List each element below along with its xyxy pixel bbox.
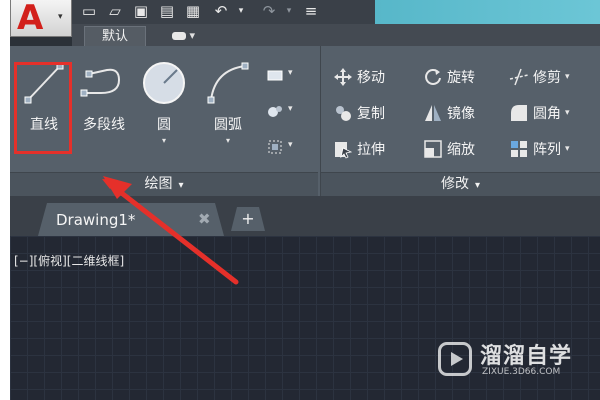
hatch-tool-button[interactable]: ▾ xyxy=(266,100,296,122)
draw-panel: 直线 多段线 圆 ▾ 圆弧 ▾ ▾ ▾ ▾ 绘图 ▾ xyxy=(10,46,318,196)
trim-icon xyxy=(509,68,529,85)
redo-icon[interactable]: ↷ xyxy=(260,2,278,20)
title-bar: ▭ ▱ ▣ ▤ ▦ ↶ ▾ ↷ ▾ ≡ xyxy=(10,0,600,24)
polyline-tool-label: 多段线 xyxy=(83,117,125,133)
close-icon[interactable]: ✖ xyxy=(198,210,211,228)
customize-icon[interactable]: ≡ xyxy=(302,2,320,20)
undo-icon[interactable]: ↶ xyxy=(212,2,230,20)
modify-panel-title-button[interactable]: 修改 ▾ xyxy=(321,172,600,196)
mirror-tool-button[interactable]: 镜像 xyxy=(423,102,475,126)
tab-default[interactable]: 默认 xyxy=(84,26,146,46)
trim-tool-button[interactable]: 修剪 ▾ xyxy=(509,66,570,90)
document-tab-title: Drawing1* xyxy=(56,211,136,229)
save-icon[interactable]: ▣ xyxy=(132,2,150,20)
stretch-icon xyxy=(335,141,353,159)
hatch-icon xyxy=(268,106,282,117)
new-tab-button[interactable]: + xyxy=(231,207,265,231)
chevron-down-icon[interactable]: ▾ xyxy=(198,136,258,145)
move-tool-button[interactable]: 移动 xyxy=(333,66,385,90)
array-tool-button[interactable]: 阵列 ▾ xyxy=(509,138,570,162)
rectangle-icon xyxy=(267,70,283,81)
new-file-icon[interactable]: ▭ xyxy=(80,2,98,20)
move-icon xyxy=(334,67,352,86)
circle-icon xyxy=(143,62,185,104)
application-menu-button[interactable]: A ▾ xyxy=(10,0,72,37)
scale-tool-button[interactable]: 缩放 xyxy=(423,138,475,162)
chevron-down-icon: ▾ xyxy=(288,68,293,78)
circle-tool-label: 圆 xyxy=(157,117,171,133)
rotate-tool-button[interactable]: 旋转 xyxy=(423,66,475,90)
undo-dropdown-icon[interactable]: ▾ xyxy=(232,2,250,20)
chevron-down-icon: ▾ xyxy=(288,104,293,114)
arc-tool-button[interactable]: 圆弧 ▾ xyxy=(198,60,258,156)
boundary-tool-button[interactable]: ▾ xyxy=(266,136,296,158)
toggle-icon xyxy=(172,32,186,40)
redo-dropdown-icon[interactable]: ▾ xyxy=(280,2,298,20)
rotate-icon xyxy=(425,68,441,85)
array-tool-label: 阵列 xyxy=(533,141,561,158)
print-icon[interactable]: ▦ xyxy=(184,2,202,20)
draw-panel-title: 绘图 xyxy=(144,176,173,192)
arc-icon xyxy=(207,62,249,104)
scale-icon xyxy=(424,139,442,158)
ribbon: 直线 多段线 圆 ▾ 圆弧 ▾ ▾ ▾ ▾ 绘图 ▾ 移动 旋转 修剪 ▾ 复制… xyxy=(10,46,600,196)
draw-panel-title-button[interactable]: 绘图 ▾ xyxy=(10,172,318,196)
fillet-icon xyxy=(511,104,527,121)
move-tool-label: 移动 xyxy=(357,69,385,86)
chevron-down-icon: ▾ xyxy=(474,180,481,191)
watermark-text: 溜溜自学 xyxy=(480,344,573,369)
watermark: 溜溜自学 ZIXUE.3D66.COM xyxy=(438,332,588,388)
save-as-icon[interactable]: ▤ xyxy=(158,2,176,20)
scale-tool-label: 缩放 xyxy=(447,141,475,158)
rectangle-tool-button[interactable]: ▾ xyxy=(266,64,296,86)
chevron-down-icon: ▾ xyxy=(58,12,63,22)
chevron-down-icon: ▾ xyxy=(565,107,570,118)
modify-panel: 移动 旋转 修剪 ▾ 复制 镜像 圆角 ▾ 拉伸 缩放 阵列 ▾ 修改 ▾ xyxy=(320,46,600,196)
ribbon-tab-strip: 默认 ▾ xyxy=(72,24,600,46)
chevron-down-icon: ▾ xyxy=(288,140,293,150)
viewport-controls[interactable]: [−][俯视][二维线框] xyxy=(14,252,124,269)
plus-icon: + xyxy=(241,209,255,228)
ribbon-toggle-button[interactable]: ▾ xyxy=(172,28,208,44)
open-folder-icon[interactable]: ▱ xyxy=(106,2,124,20)
rotate-tool-label: 旋转 xyxy=(447,69,475,86)
tab-drawing1[interactable]: Drawing1* ✖ xyxy=(38,203,224,236)
arc-tool-label: 圆弧 xyxy=(214,117,242,133)
stretch-tool-button[interactable]: 拉伸 xyxy=(333,138,385,162)
modify-panel-title: 修改 xyxy=(440,176,469,192)
array-icon xyxy=(511,140,527,157)
copy-icon xyxy=(336,105,351,121)
polyline-icon xyxy=(80,68,121,97)
copy-tool-label: 复制 xyxy=(357,105,385,122)
fillet-tool-label: 圆角 xyxy=(533,105,561,122)
chevron-down-icon[interactable]: ▾ xyxy=(134,136,194,145)
play-logo-icon xyxy=(438,342,472,376)
boundary-icon xyxy=(268,140,282,154)
trim-tool-label: 修剪 xyxy=(533,69,561,86)
polyline-tool-button[interactable]: 多段线 xyxy=(74,60,134,156)
stretch-tool-label: 拉伸 xyxy=(357,141,385,158)
document-tab-bar: Drawing1* ✖ + xyxy=(10,196,600,236)
chevron-down-icon: ▾ xyxy=(565,143,570,154)
mirror-icon xyxy=(425,104,441,121)
chevron-down-icon: ▾ xyxy=(189,29,196,42)
app-logo: A xyxy=(17,0,44,38)
fillet-tool-button[interactable]: 圆角 ▾ xyxy=(509,102,570,126)
watermark-url: ZIXUE.3D66.COM xyxy=(482,367,561,377)
mirror-tool-label: 镜像 xyxy=(447,105,475,122)
chevron-down-icon: ▾ xyxy=(178,180,184,191)
chevron-down-icon: ▾ xyxy=(565,71,570,82)
circle-tool-button[interactable]: 圆 ▾ xyxy=(134,60,194,156)
line-tool-highlight xyxy=(14,62,72,154)
copy-tool-button[interactable]: 复制 xyxy=(333,102,385,126)
